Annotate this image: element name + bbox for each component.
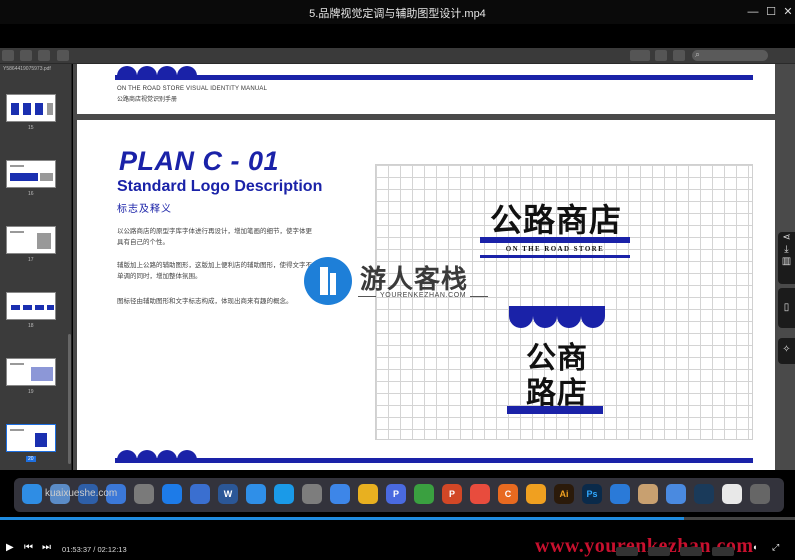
- thumbnail-page-number: 19: [28, 389, 34, 395]
- logo-english-text: ON THE ROAD STORE: [505, 245, 605, 253]
- thumbnail-page-number: 15: [28, 125, 34, 131]
- play-icon[interactable]: ▶: [6, 542, 14, 553]
- description-paragraph: 图标径由辅助图形和文字标志构成，体现出商来有趣的概念。: [117, 298, 293, 305]
- playback-time: 01:53:37 / 02:12:13: [62, 545, 127, 554]
- watermark-text: 游人客栈: [360, 265, 469, 295]
- screen: 5.品牌视觉定调与辅助图型设计.mp4 — ☐ ✕ ⌕ Y58644190759…: [0, 0, 795, 560]
- player-control-button[interactable]: [648, 547, 670, 556]
- sketch-icon[interactable]: [526, 484, 546, 504]
- trash-icon[interactable]: [750, 484, 770, 504]
- progress-fill: [0, 517, 684, 520]
- annotate-icon[interactable]: [673, 50, 685, 61]
- rotate-icon[interactable]: [655, 50, 667, 61]
- thumbnail-page-active[interactable]: [6, 424, 56, 452]
- launch-icon[interactable]: [134, 484, 154, 504]
- blue-rule: [115, 458, 753, 463]
- sidebar-scrollbar[interactable]: [68, 334, 71, 464]
- skip-previous-icon[interactable]: ⏮: [24, 542, 33, 553]
- ppt-icon[interactable]: P: [442, 484, 462, 504]
- chrome-icon[interactable]: [358, 484, 378, 504]
- wechat-icon[interactable]: [414, 484, 434, 504]
- thumbnail-page-number: 16: [28, 191, 34, 197]
- thumbnail-sidebar[interactable]: Y5864419075973.pdf 15 16 17 18 19 20: [0, 64, 72, 470]
- note-icon[interactable]: [722, 484, 742, 504]
- floating-toolbar-2: ▯: [778, 288, 795, 328]
- share-node-icon[interactable]: ⋖: [778, 232, 795, 244]
- pin-icon[interactable]: ✧: [778, 344, 795, 356]
- zoom-in-icon[interactable]: [38, 50, 50, 61]
- logo-bar-bottom: [480, 255, 630, 258]
- dock-overlay-text: kuaixueshe.com: [45, 488, 118, 499]
- pdf-toolbar: ⌕: [0, 48, 795, 64]
- feishu-icon[interactable]: [330, 484, 350, 504]
- pdf-page-previous: ON THE ROAD STORE VISUAL IDENTITY MANUAL…: [77, 64, 775, 114]
- pdfpro-icon[interactable]: P: [386, 484, 406, 504]
- logo-horizontal-text: 公路商店: [489, 201, 622, 239]
- description-paragraph: 以公路商店的原型字库字体进行再设计，增加笔画的细节，使字体更具有自己的个性。: [117, 228, 312, 246]
- volume-icon[interactable]: ◖: [752, 542, 757, 552]
- fullscreen-icon[interactable]: ⤢: [772, 542, 779, 553]
- plan-heading: PLAN C - 01: [119, 146, 280, 176]
- ps-icon[interactable]: Ps: [582, 484, 602, 504]
- thumbnail-page[interactable]: [6, 160, 56, 188]
- c4d-icon[interactable]: C: [498, 484, 518, 504]
- safari-icon[interactable]: [246, 484, 266, 504]
- watermark-rule: [358, 296, 376, 297]
- markup-icon[interactable]: [630, 50, 650, 61]
- logo-awning-icon: [509, 306, 605, 328]
- sidebar-file-name: Y5864419075973.pdf: [3, 66, 51, 72]
- thumbnail-page-number: 18: [28, 323, 34, 329]
- steam-icon[interactable]: [694, 484, 714, 504]
- window-title: 5.品牌视觉定调与辅助图型设计.mp4: [309, 8, 486, 20]
- thumbnail-page[interactable]: [6, 226, 56, 254]
- zoom-out-icon[interactable]: [20, 50, 32, 61]
- mountain-icon[interactable]: [610, 484, 630, 504]
- preview-icon[interactable]: [638, 484, 658, 504]
- description-paragraph: 辅版加上公路的辅助图形，这版加上便利店的辅助图形，使得文字不单调的同时，增加整体…: [117, 262, 312, 280]
- google-icon[interactable]: [470, 484, 490, 504]
- trash-icon[interactable]: ▥: [778, 256, 795, 268]
- files-icon[interactable]: [666, 484, 686, 504]
- skip-next-icon[interactable]: ⏭: [42, 542, 51, 553]
- search-icon: ⌕: [695, 49, 701, 59]
- blue-rule: [115, 75, 753, 80]
- qq-icon[interactable]: [274, 484, 294, 504]
- window-titlebar: 5.品牌视觉定调与辅助图型设计.mp4 — ☐ ✕: [0, 0, 795, 24]
- maximize-button[interactable]: ☐: [763, 4, 779, 20]
- search-input[interactable]: [692, 50, 768, 61]
- player-control-button[interactable]: [680, 547, 702, 556]
- logo-bar-top: [480, 237, 630, 243]
- close-button[interactable]: ✕: [780, 4, 795, 20]
- watermark-subtext: YOURENKEZHAN.COM: [380, 292, 467, 299]
- logo-vertical-bar: [507, 406, 603, 414]
- watermark-rule: [470, 296, 488, 297]
- thumbnail-page[interactable]: [6, 94, 56, 122]
- minimize-button[interactable]: —: [745, 4, 761, 20]
- manual-title-en: ON THE ROAD STORE VISUAL IDENTITY MANUAL: [117, 86, 268, 92]
- floating-toolbar: ⋖ ⤓ ▥: [778, 232, 795, 284]
- thumbnail-page-number: 17: [28, 257, 34, 263]
- share-icon[interactable]: [57, 50, 69, 61]
- player-control-button[interactable]: [616, 547, 638, 556]
- word-icon[interactable]: W: [218, 484, 238, 504]
- subtitle-en: Standard Logo Description: [117, 178, 323, 195]
- thumbnail-page-number-active: 20: [26, 456, 36, 462]
- subtitle-cn: 标志及释义: [117, 204, 172, 215]
- appstore-icon[interactable]: [162, 484, 182, 504]
- download-icon[interactable]: ⤓: [778, 244, 795, 256]
- thumbnail-page[interactable]: [6, 358, 56, 386]
- ai-icon[interactable]: Ai: [554, 484, 574, 504]
- manual-title-cn: 公路商店视觉识别手册: [117, 97, 178, 103]
- finder-icon[interactable]: [22, 484, 42, 504]
- pin-tool: ✧: [778, 338, 795, 364]
- prefs-icon[interactable]: [302, 484, 322, 504]
- delete-icon[interactable]: ▯: [778, 302, 795, 314]
- player-control-button[interactable]: [712, 547, 734, 556]
- keynote-icon[interactable]: [190, 484, 210, 504]
- sidebar-toggle-icon[interactable]: [2, 50, 14, 61]
- thumbnail-page[interactable]: [6, 292, 56, 320]
